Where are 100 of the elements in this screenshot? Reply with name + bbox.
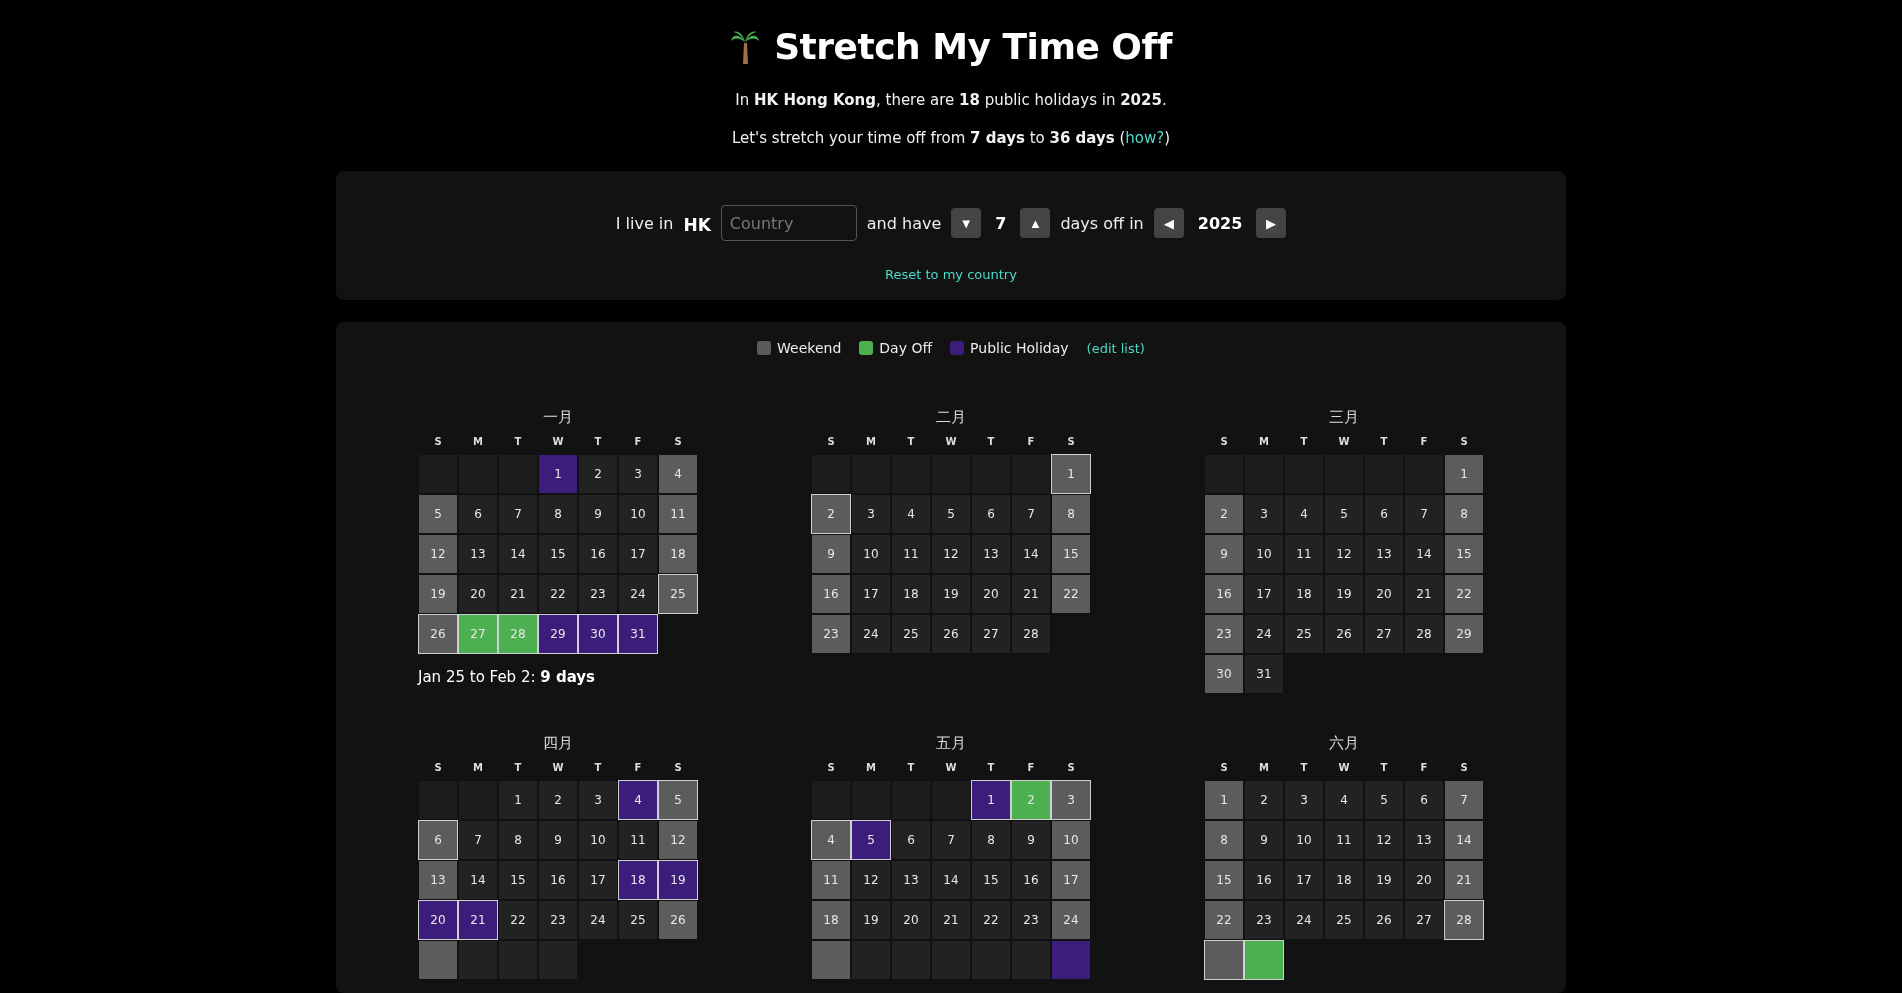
calendar-day[interactable]: 8 xyxy=(1051,494,1091,534)
calendar-day[interactable]: 3 xyxy=(578,780,618,820)
calendar-day[interactable]: 8 xyxy=(1204,820,1244,860)
calendar-day[interactable]: 15 xyxy=(971,860,1011,900)
calendar-day[interactable]: 7 xyxy=(458,820,498,860)
calendar-day[interactable]: 6 xyxy=(891,820,931,860)
calendar-day[interactable]: 15 xyxy=(1444,534,1484,574)
calendar-day[interactable]: 21 xyxy=(1404,574,1444,614)
calendar-day[interactable]: 1 xyxy=(1444,454,1484,494)
decrement-button[interactable]: ▼ xyxy=(951,208,982,238)
calendar-day[interactable] xyxy=(418,940,458,980)
calendar-day[interactable]: 10 xyxy=(851,534,891,574)
calendar-day[interactable]: 13 xyxy=(1404,820,1444,860)
calendar-day[interactable]: 29 xyxy=(538,614,578,654)
calendar-day[interactable]: 21 xyxy=(458,900,498,940)
calendar-day[interactable]: 22 xyxy=(498,900,538,940)
calendar-day[interactable]: 13 xyxy=(418,860,458,900)
calendar-day[interactable]: 26 xyxy=(931,614,971,654)
calendar-day[interactable]: 31 xyxy=(618,614,658,654)
calendar-day[interactable]: 17 xyxy=(1284,860,1324,900)
calendar-day[interactable]: 11 xyxy=(891,534,931,574)
calendar-day[interactable]: 20 xyxy=(418,900,458,940)
calendar-day[interactable]: 9 xyxy=(1011,820,1051,860)
calendar-day[interactable]: 23 xyxy=(811,614,851,654)
calendar-day[interactable]: 24 xyxy=(851,614,891,654)
calendar-day[interactable]: 14 xyxy=(1444,820,1484,860)
calendar-day[interactable]: 19 xyxy=(1324,574,1364,614)
calendar-day[interactable]: 27 xyxy=(971,614,1011,654)
edit-list-link[interactable]: (edit list) xyxy=(1086,340,1145,356)
calendar-day[interactable]: 19 xyxy=(851,900,891,940)
calendar-day[interactable]: 2 xyxy=(538,780,578,820)
calendar-day[interactable]: 6 xyxy=(1364,494,1404,534)
calendar-day[interactable]: 20 xyxy=(891,900,931,940)
calendar-day[interactable]: 9 xyxy=(1204,534,1244,574)
calendar-day[interactable]: 23 xyxy=(538,900,578,940)
calendar-day[interactable]: 30 xyxy=(1204,654,1244,694)
calendar-day[interactable]: 24 xyxy=(1284,900,1324,940)
calendar-day[interactable]: 26 xyxy=(658,900,698,940)
calendar-day[interactable]: 22 xyxy=(1204,900,1244,940)
calendar-day[interactable]: 28 xyxy=(1444,900,1484,940)
calendar-day[interactable]: 25 xyxy=(891,614,931,654)
calendar-day[interactable]: 17 xyxy=(1244,574,1284,614)
calendar-day[interactable]: 3 xyxy=(618,454,658,494)
calendar-day[interactable]: 24 xyxy=(618,574,658,614)
calendar-day[interactable]: 5 xyxy=(658,780,698,820)
calendar-day[interactable]: 10 xyxy=(1244,534,1284,574)
calendar-day[interactable]: 8 xyxy=(498,820,538,860)
calendar-day[interactable]: 21 xyxy=(1444,860,1484,900)
calendar-day[interactable]: 10 xyxy=(618,494,658,534)
calendar-day[interactable]: 9 xyxy=(578,494,618,534)
calendar-day[interactable]: 16 xyxy=(811,574,851,614)
calendar-day[interactable]: 4 xyxy=(1284,494,1324,534)
calendar-day[interactable]: 1 xyxy=(1051,454,1091,494)
calendar-day[interactable]: 28 xyxy=(1404,614,1444,654)
calendar-day[interactable]: 18 xyxy=(658,534,698,574)
calendar-day[interactable]: 1 xyxy=(538,454,578,494)
calendar-day[interactable]: 16 xyxy=(1204,574,1244,614)
calendar-day[interactable] xyxy=(811,940,851,980)
calendar-day[interactable]: 21 xyxy=(931,900,971,940)
previous-year-button[interactable]: ◀ xyxy=(1153,208,1184,238)
calendar-day[interactable]: 3 xyxy=(851,494,891,534)
calendar-day[interactable]: 3 xyxy=(1284,780,1324,820)
how-link[interactable]: how? xyxy=(1125,129,1165,147)
calendar-day[interactable]: 27 xyxy=(1404,900,1444,940)
calendar-day[interactable]: 12 xyxy=(1324,534,1364,574)
calendar-day[interactable]: 21 xyxy=(498,574,538,614)
calendar-day[interactable]: 10 xyxy=(1284,820,1324,860)
calendar-day[interactable]: 2 xyxy=(1244,780,1284,820)
calendar-day[interactable]: 5 xyxy=(1364,780,1404,820)
calendar-day[interactable]: 21 xyxy=(1011,574,1051,614)
country-field[interactable]: Country xyxy=(720,205,857,241)
calendar-day[interactable]: 19 xyxy=(658,860,698,900)
calendar-day[interactable]: 5 xyxy=(418,494,458,534)
calendar-day[interactable]: 23 xyxy=(1011,900,1051,940)
calendar-day[interactable]: 24 xyxy=(1051,900,1091,940)
calendar-day[interactable]: 19 xyxy=(418,574,458,614)
calendar-day[interactable]: 11 xyxy=(811,860,851,900)
calendar-day[interactable]: 4 xyxy=(658,454,698,494)
calendar-day[interactable]: 29 xyxy=(1444,614,1484,654)
calendar-day[interactable]: 12 xyxy=(658,820,698,860)
calendar-day[interactable]: 7 xyxy=(931,820,971,860)
calendar-day[interactable]: 19 xyxy=(931,574,971,614)
calendar-day[interactable]: 17 xyxy=(618,534,658,574)
calendar-day[interactable]: 26 xyxy=(418,614,458,654)
calendar-day[interactable]: 25 xyxy=(1284,614,1324,654)
calendar-day[interactable]: 24 xyxy=(578,900,618,940)
calendar-day[interactable]: 16 xyxy=(1244,860,1284,900)
calendar-day[interactable]: 4 xyxy=(618,780,658,820)
calendar-day[interactable]: 15 xyxy=(1204,860,1244,900)
calendar-day[interactable]: 2 xyxy=(1204,494,1244,534)
calendar-day[interactable]: 7 xyxy=(1404,494,1444,534)
calendar-day[interactable]: 5 xyxy=(931,494,971,534)
calendar-day[interactable]: 4 xyxy=(811,820,851,860)
calendar-day[interactable]: 17 xyxy=(578,860,618,900)
calendar-day[interactable]: 20 xyxy=(971,574,1011,614)
calendar-day[interactable]: 3 xyxy=(1051,780,1091,820)
calendar-day[interactable]: 12 xyxy=(1364,820,1404,860)
calendar-day[interactable]: 5 xyxy=(1324,494,1364,534)
calendar-day[interactable]: 25 xyxy=(658,574,698,614)
calendar-day[interactable]: 26 xyxy=(1364,900,1404,940)
